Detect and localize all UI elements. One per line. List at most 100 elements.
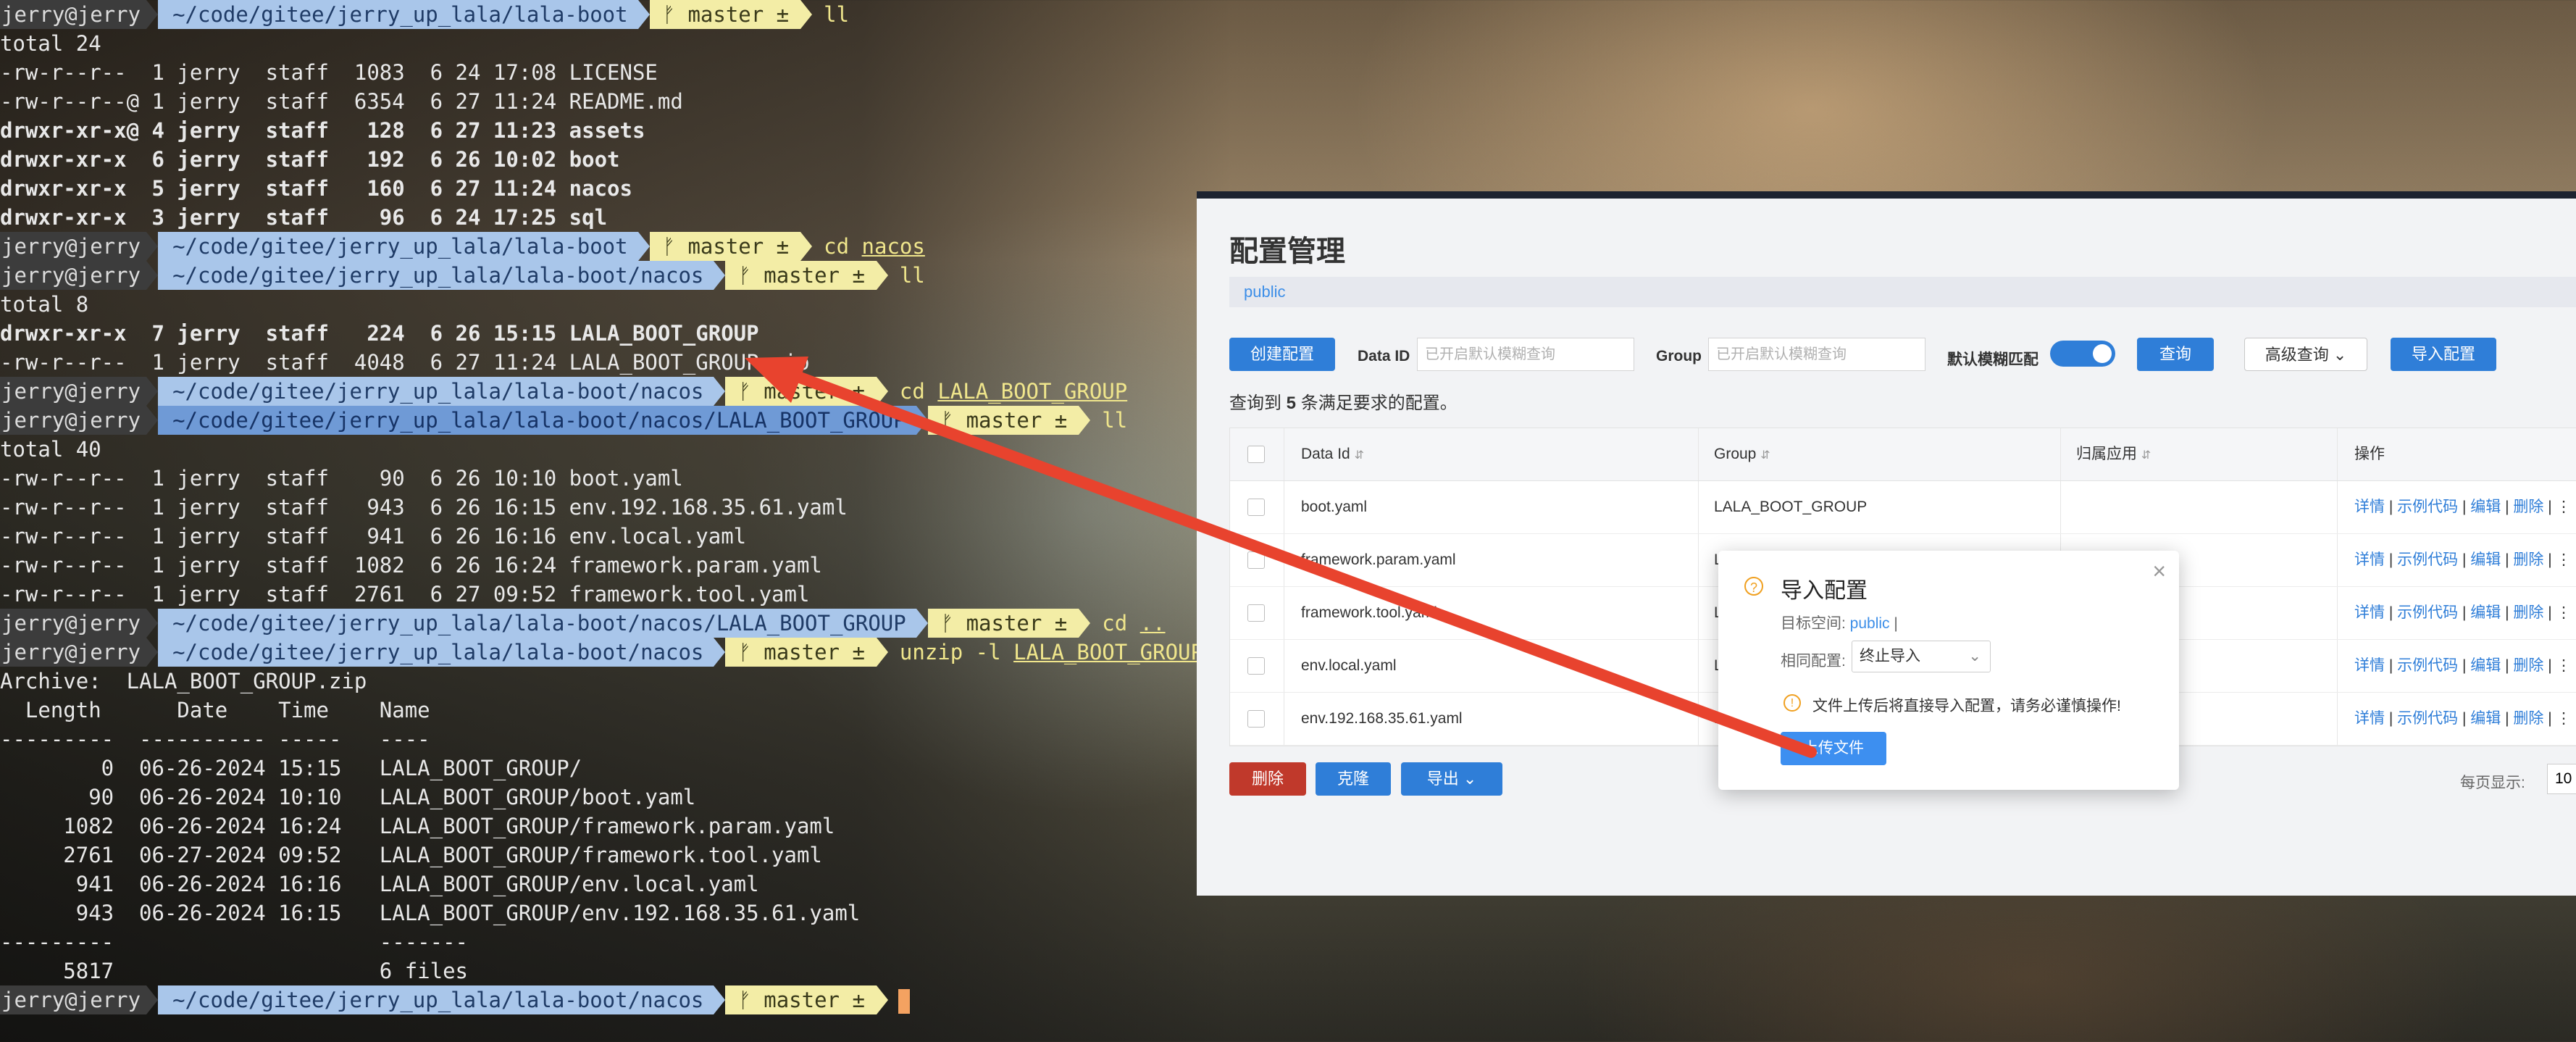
detail-link[interactable]: 详情 — [2354, 499, 2385, 515]
prompt-path: ~/code/gitee/jerry_up_lala/lala-boot/nac… — [158, 609, 916, 638]
column-header-app[interactable]: 归属应用 ⇵ — [2076, 428, 2151, 480]
prompt-path: ~/code/gitee/jerry_up_lala/lala-boot/nac… — [158, 985, 714, 1014]
delete-button[interactable]: 删除 — [1229, 762, 1306, 796]
create-config-button[interactable]: 创建配置 — [1229, 338, 1335, 371]
column-header-label: 归属应用 — [2076, 446, 2137, 462]
sample-code-link[interactable]: 示例代码 — [2397, 657, 2458, 674]
more-icon[interactable]: ⋮ — [2556, 551, 2572, 568]
edit-link[interactable]: 编辑 — [2470, 551, 2501, 568]
fuzzy-match-toggle[interactable] — [2050, 341, 2115, 367]
sort-icon[interactable]: ⇵ — [1355, 449, 1364, 462]
column-header-label: Group — [1714, 446, 1757, 462]
powerline-separator — [146, 377, 159, 406]
column-divider — [1698, 534, 1699, 586]
detail-link[interactable]: 详情 — [2354, 710, 2385, 727]
terminal-output-line: -rw-r--r-- 1 jerry staff 2761 6 27 09:52… — [0, 582, 810, 607]
terminal-cursor[interactable] — [898, 989, 910, 1014]
same-config-select[interactable]: 终止导入 ⌄ — [1852, 641, 1991, 672]
powerline-separator — [714, 261, 726, 290]
upload-file-button[interactable]: 上传文件 — [1781, 732, 1886, 765]
same-config-label: 相同配置: — [1781, 653, 1846, 670]
row-checkbox[interactable] — [1247, 657, 1265, 675]
dataid-label: Data ID — [1358, 348, 1410, 364]
terminal-output-line: --------- ---------- ----- ---- — [0, 727, 430, 751]
powerline-separator — [714, 638, 726, 667]
terminal-prompt-line: jerry@jerry ~/code/gitee/jerry_up_lala/la… — [0, 985, 910, 1014]
cell-dataid: framework.tool.yaml — [1301, 604, 1437, 621]
group-label: Group — [1656, 348, 1702, 364]
powerline-separator — [146, 232, 159, 261]
sample-code-link[interactable]: 示例代码 — [2397, 604, 2458, 621]
summary-count: 5 — [1286, 393, 1297, 413]
row-checkbox[interactable] — [1247, 551, 1265, 569]
prompt-command: ll — [1102, 408, 1128, 433]
summary-suffix: 条满足要求的配置。 — [1296, 393, 1458, 413]
cell-operations: 详情 | 示例代码 | 编辑 | 删除 | ⋮ — [2354, 640, 2572, 692]
row-checkbox[interactable] — [1247, 604, 1265, 622]
powerline-separator — [146, 638, 159, 667]
column-header-group[interactable]: Group ⇵ — [1714, 428, 1770, 480]
terminal-output-line: Archive: LALA_BOOT_GROUP.zip — [0, 669, 367, 693]
terminal-output-line: 0 06-26-2024 15:15 LALA_BOOT_GROUP/ — [0, 756, 582, 780]
more-icon[interactable]: ⋮ — [2556, 604, 2572, 621]
powerline-separator — [146, 985, 159, 1014]
column-header-dataid[interactable]: Data Id ⇵ — [1301, 428, 1364, 480]
terminal-output-line: 941 06-26-2024 16:16 LALA_BOOT_GROUP/env… — [0, 872, 759, 896]
query-button[interactable]: 查询 — [2137, 338, 2214, 371]
page-size-select[interactable]: 10 — [2547, 764, 2576, 794]
detail-link[interactable]: 详情 — [2354, 604, 2385, 621]
close-icon[interactable]: × — [2152, 558, 2166, 585]
namespace-tab-public[interactable]: public — [1229, 277, 2576, 307]
cell-operations: 详情 | 示例代码 | 编辑 | 删除 | ⋮ — [2354, 534, 2572, 586]
dataid-search-input[interactable]: 已开启默认模糊查询 — [1417, 338, 1634, 371]
ops-separator: | — [2543, 604, 2556, 621]
edit-link[interactable]: 编辑 — [2470, 657, 2501, 674]
sort-icon[interactable]: ⇵ — [1760, 449, 1770, 462]
terminal-output-line: drwxr-xr-x 7 jerry staff 224 6 26 15:15 … — [0, 321, 759, 346]
delete-link[interactable]: 删除 — [2513, 499, 2543, 515]
ops-separator: | — [2458, 499, 2471, 515]
advanced-query-dropdown[interactable]: 高级查询 ⌄ — [2244, 338, 2367, 371]
group-search-input[interactable]: 已开启默认模糊查询 — [1708, 338, 1925, 371]
more-icon[interactable]: ⋮ — [2556, 657, 2572, 674]
powerline-separator — [146, 406, 159, 435]
delete-link[interactable]: 删除 — [2513, 604, 2543, 621]
delete-link[interactable]: 删除 — [2513, 710, 2543, 727]
import-config-button[interactable]: 导入配置 — [2391, 338, 2496, 371]
ops-separator: | — [2458, 657, 2471, 674]
summary-prefix: 查询到 — [1229, 393, 1287, 413]
edit-link[interactable]: 编辑 — [2470, 710, 2501, 727]
prompt-command: cd LALA_BOOT_GROUP — [899, 379, 1128, 404]
ops-separator: | — [2543, 710, 2556, 727]
powerline-separator — [714, 377, 726, 406]
edit-link[interactable]: 编辑 — [2470, 499, 2501, 515]
sort-icon[interactable]: ⇵ — [2141, 449, 2151, 462]
more-icon[interactable]: ⋮ — [2556, 499, 2572, 515]
terminal-window[interactable]: jerry@jerry ~/code/gitee/jerry_up_lala/la… — [0, 0, 1254, 1042]
sample-code-link[interactable]: 示例代码 — [2397, 499, 2458, 515]
delete-link[interactable]: 删除 — [2513, 657, 2543, 674]
sample-code-link[interactable]: 示例代码 — [2397, 551, 2458, 568]
row-checkbox[interactable] — [1247, 710, 1265, 728]
prompt-user: jerry@jerry — [0, 377, 147, 406]
sample-code-link[interactable]: 示例代码 — [2397, 710, 2458, 727]
clone-button[interactable]: 克隆 — [1316, 762, 1391, 796]
export-dropdown-button[interactable]: 导出 ⌄ — [1401, 762, 1502, 796]
edit-link[interactable]: 编辑 — [2470, 604, 2501, 621]
prompt-git-branch: ᚠ master ± — [649, 0, 801, 29]
terminal-output-line: 1082 06-26-2024 16:24 LALA_BOOT_GROUP/fr… — [0, 814, 835, 838]
terminal-prompt-line: jerry@jerry ~/code/gitee/jerry_up_lala/la… — [0, 377, 1127, 406]
column-divider — [2060, 428, 2061, 480]
detail-link[interactable]: 详情 — [2354, 657, 2385, 674]
dialog-title: 导入配置 — [1781, 579, 1868, 603]
powerline-separator — [876, 985, 888, 1014]
command-argument: nacos — [861, 234, 925, 259]
prompt-user: jerry@jerry — [0, 985, 147, 1014]
detail-link[interactable]: 详情 — [2354, 551, 2385, 568]
select-all-checkbox[interactable] — [1247, 446, 1265, 463]
terminal-output-line: drwxr-xr-x 6 jerry staff 192 6 26 10:02 … — [0, 147, 620, 172]
terminal-prompt-line: jerry@jerry ~/code/gitee/jerry_up_lala/la… — [0, 406, 1127, 435]
more-icon[interactable]: ⋮ — [2556, 710, 2572, 727]
row-checkbox[interactable] — [1247, 499, 1265, 516]
delete-link[interactable]: 删除 — [2513, 551, 2543, 568]
